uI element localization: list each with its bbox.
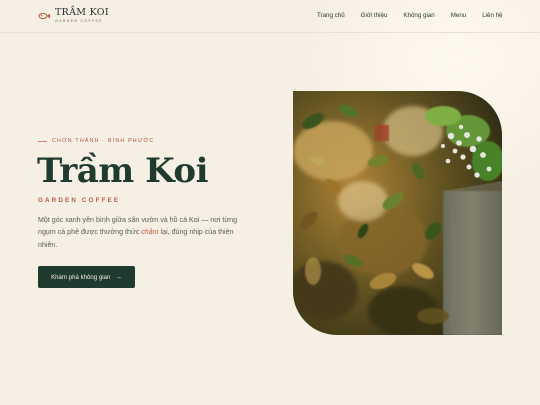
eyebrow-location: CHƠN THÀNH · BÌNH PHƯỚC (52, 138, 155, 144)
hero-description: Một góc xanh yên bình giữa sân vườn và h… (38, 214, 248, 251)
site-header: TRẦM KOI GARDEN COFFEE Trang chủ Giới th… (0, 0, 540, 33)
koi-fish-icon (38, 12, 50, 20)
hero-title: Trầm Koi (37, 151, 208, 191)
brand-logo[interactable]: TRẦM KOI GARDEN COFFEE (38, 8, 109, 23)
brand-name: TRẦM KOI (55, 7, 109, 18)
description-highlight: chậm (141, 228, 159, 237)
garden-photo (293, 91, 502, 335)
arrow-right-icon: → (115, 273, 122, 281)
eyebrow-line (38, 140, 47, 142)
hero-subtitle: GARDEN COFFEE (38, 197, 121, 204)
brand-tagline: GARDEN COFFEE (55, 19, 103, 23)
main-nav: Trang chủ Giới thiệu Không gian Menu Liê… (317, 12, 503, 19)
explore-space-button[interactable]: Khám phá không gian → (38, 266, 135, 288)
cta-label: Khám phá không gian (51, 273, 111, 281)
nav-item-contact[interactable]: Liên hệ (482, 12, 502, 19)
nav-item-space[interactable]: Không gian (403, 12, 434, 19)
hero-eyebrow: CHƠN THÀNH · BÌNH PHƯỚC (38, 138, 154, 144)
nav-item-about[interactable]: Giới thiệu (361, 12, 388, 19)
nav-item-menu[interactable]: Menu (451, 12, 466, 19)
nav-item-home[interactable]: Trang chủ (317, 12, 345, 19)
